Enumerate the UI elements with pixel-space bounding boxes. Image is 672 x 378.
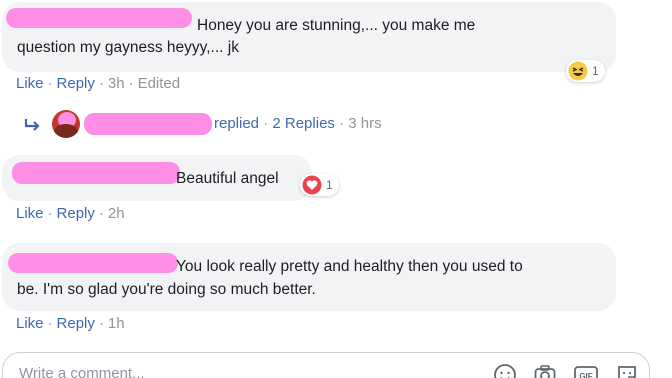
comment-composer[interactable]: Write a comment... GIF <box>2 352 650 378</box>
reaction-badge[interactable]: 1 <box>300 174 339 196</box>
replied-label: replied <box>214 115 260 132</box>
reply-arrow-icon <box>24 119 40 131</box>
camera-icon[interactable] <box>533 363 557 378</box>
reaction-count: 1 <box>592 64 599 78</box>
comment-text-line: Honey you are stunning,... you make me <box>197 17 476 34</box>
svg-text:GIF: GIF <box>579 372 592 378</box>
reaction-count: 1 <box>326 178 333 192</box>
view-replies-link[interactable]: 2 Replies <box>272 115 335 132</box>
comment-bubble-1: Honey you are stunning,... you make me q… <box>2 2 616 72</box>
avatar[interactable] <box>52 110 80 138</box>
redacted-author-name <box>8 253 178 273</box>
haha-emoji-icon <box>568 61 588 81</box>
like-link[interactable]: Like <box>16 75 44 92</box>
reply-link[interactable]: Reply <box>57 75 95 92</box>
emoji-icon[interactable] <box>493 363 517 378</box>
comment-text-line: be. I'm so glad you're doing so much bet… <box>17 281 316 298</box>
comment-time: 2h <box>107 205 125 222</box>
comment-bubble-3: You look really pretty and healthy then … <box>2 243 616 311</box>
redacted-author-name <box>6 8 192 28</box>
like-link[interactable]: Like <box>16 205 44 222</box>
reply-link[interactable]: Reply <box>57 205 95 222</box>
comment-actions-1: Like · Reply · 3h · Edited <box>16 75 181 92</box>
replies-time: 3 hrs <box>348 115 382 132</box>
comment-text-line: You look really pretty and healthy then … <box>176 258 523 275</box>
reply-link[interactable]: Reply <box>57 315 95 332</box>
comment-thread: Honey you are stunning,... you make me q… <box>0 0 672 378</box>
comment-text: Beautiful angel <box>176 170 279 187</box>
love-heart-icon <box>302 175 322 195</box>
comment-time: 3h <box>107 75 125 92</box>
comment-bubble-2: Beautiful angel <box>2 155 312 201</box>
edited-label[interactable]: Edited <box>138 75 181 92</box>
like-link[interactable]: Like <box>16 315 44 332</box>
sticker-icon[interactable] <box>615 363 639 378</box>
comment-time: 1h <box>107 315 125 332</box>
redacted-author-name <box>12 162 180 184</box>
redacted-replier-name <box>84 113 212 135</box>
comment-text-line: question my gayness heyyy,... jk <box>17 39 239 56</box>
gif-icon[interactable]: GIF <box>573 363 599 378</box>
comment-actions-3: Like · Reply · 1h <box>16 315 125 332</box>
replies-summary[interactable]: replied · 2 Replies · 3 hrs <box>214 115 382 132</box>
comment-actions-2: Like · Reply · 2h <box>16 205 125 222</box>
comment-input-placeholder[interactable]: Write a comment... <box>19 365 145 378</box>
reaction-badge[interactable]: 1 <box>566 60 605 82</box>
